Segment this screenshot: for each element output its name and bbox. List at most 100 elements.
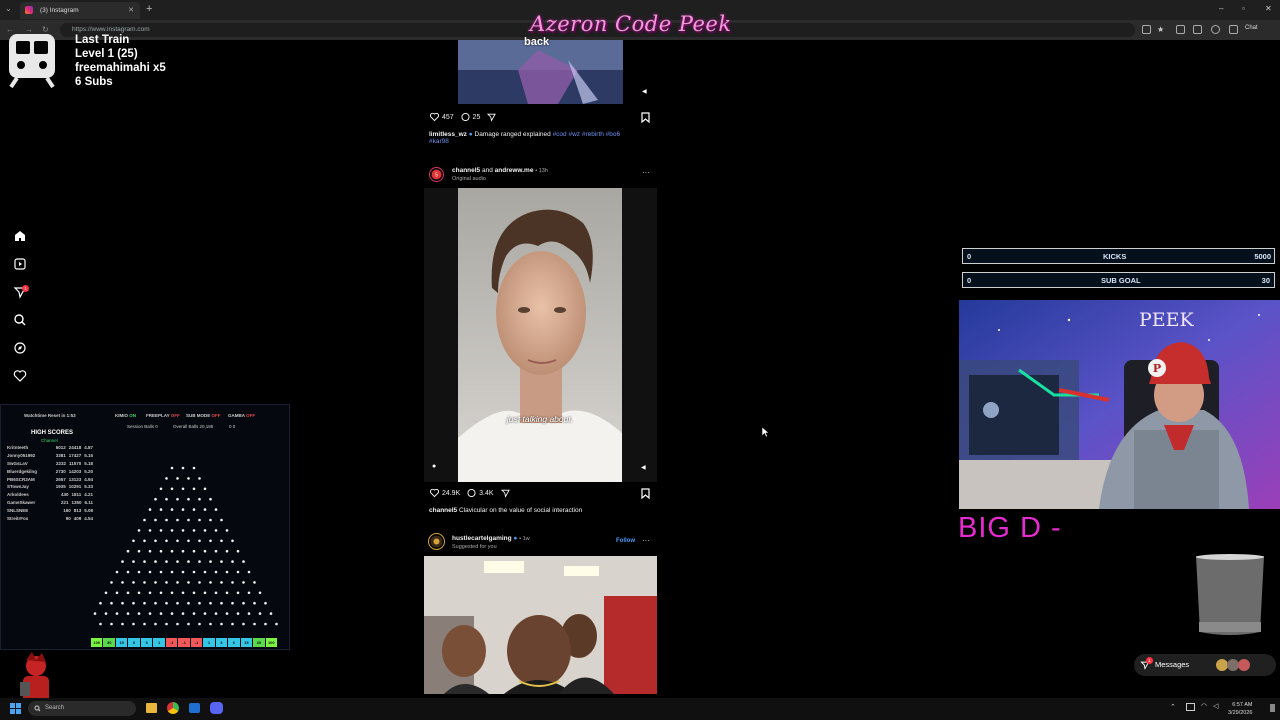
taskbar-search-placeholder: Search — [45, 705, 65, 711]
post1-hashtags[interactable]: #cod #wz #rebirth #bo6 — [553, 131, 621, 138]
post1-username[interactable]: limitless_wz — [429, 131, 467, 138]
tab-list-icon[interactable]: ⌄ — [5, 4, 12, 13]
plinko-peg — [148, 529, 152, 532]
search-icon[interactable] — [13, 313, 27, 327]
post3-avatar[interactable] — [428, 533, 445, 550]
message-avatar-3[interactable] — [1238, 659, 1250, 671]
windows-start-icon[interactable] — [10, 703, 21, 714]
chat-button[interactable]: Chat — [1245, 25, 1258, 31]
post2-tagged-icon[interactable]: ● — [432, 463, 436, 470]
file-explorer-icon[interactable] — [146, 703, 157, 713]
reels-icon[interactable] — [13, 257, 27, 271]
volume-icon[interactable]: ◁ — [1213, 702, 1218, 710]
plinko-peg — [143, 539, 146, 543]
messages-badge: 1 — [1146, 657, 1153, 664]
post2-audio[interactable]: Original audio — [452, 176, 486, 182]
post1-actions: 457 25 — [429, 112, 497, 122]
post2-more-icon[interactable]: ··· — [642, 168, 650, 177]
taskbar-search[interactable]: Search — [28, 701, 136, 716]
maximize-icon[interactable]: ▫ — [1242, 4, 1245, 13]
post2-share-icon[interactable] — [500, 488, 511, 498]
post3-follow-button[interactable]: Follow — [616, 538, 635, 544]
post3-more-icon[interactable]: ··· — [642, 536, 650, 545]
close-tab-icon[interactable]: ✕ — [128, 6, 134, 14]
plinko-peg — [264, 601, 267, 605]
instagram-favicon-icon — [25, 6, 33, 14]
post1-like-icon[interactable] — [429, 112, 440, 122]
notifications-heart-icon[interactable] — [13, 369, 27, 383]
train-subs: 6 Subs — [75, 76, 113, 88]
messages-button[interactable]: 1 Messages — [1134, 654, 1276, 676]
post1-video[interactable] — [458, 40, 623, 104]
reader-icon[interactable] — [1142, 25, 1151, 34]
score-name: Jonny051992 — [7, 452, 36, 458]
profile-icon[interactable] — [1211, 25, 1220, 34]
sub-goal-target: 30 — [1261, 276, 1270, 285]
plinko-peg — [154, 581, 157, 584]
plinko-peg — [154, 601, 157, 605]
post1-hashtags-line2[interactable]: #kar98 — [429, 138, 449, 145]
plinko-peg — [209, 518, 212, 522]
taskbar-clock[interactable]: 6:57 AM 3/29/2026 — [1228, 701, 1252, 717]
high-score-row: Arkoldees 430 1811 4.21 — [7, 492, 93, 500]
plinko-peg — [165, 601, 168, 605]
tray-chevron-icon[interactable]: ⌃ — [1170, 703, 1176, 711]
tab-title: (3) Instagram — [40, 7, 79, 14]
post1-save-icon[interactable] — [641, 112, 650, 123]
plinko-peg — [154, 539, 157, 543]
extensions-icon[interactable] — [1176, 25, 1185, 34]
post3-author[interactable]: hustlecartelgaming — [452, 535, 512, 542]
plinko-bin: 3 — [140, 638, 153, 647]
post2-time: • 13h — [535, 168, 548, 174]
high-scores-subtitle: Channel — [41, 438, 58, 443]
high-score-row: Bluerdgekilng 2730 14203 5.20 — [7, 469, 93, 477]
minimize-icon[interactable]: – — [1219, 4, 1223, 13]
post3-video[interactable] — [424, 556, 657, 694]
post2-mute-icon[interactable]: ◀ — [641, 464, 646, 471]
chrome-icon[interactable] — [167, 702, 179, 714]
plinko-peg — [214, 529, 218, 532]
high-score-row: GameSkawer 221 1350 6.11 — [7, 500, 93, 508]
plinko-peg — [198, 601, 201, 605]
plinko-peg — [192, 612, 196, 615]
score-name: SNLSNEE — [7, 508, 29, 514]
post1-mute-icon[interactable]: ◀ — [642, 88, 647, 95]
new-tab-button[interactable]: + — [146, 3, 152, 15]
post2-comment-icon[interactable] — [466, 488, 477, 498]
home-icon[interactable] — [13, 229, 27, 243]
post2-username[interactable]: channel5 — [429, 507, 457, 514]
menu-icon[interactable] — [1229, 25, 1238, 34]
collections-icon[interactable] — [1193, 25, 1202, 34]
show-desktop-button[interactable] — [1270, 704, 1275, 712]
discord-icon[interactable] — [210, 702, 223, 714]
explore-icon[interactable] — [13, 341, 27, 355]
plinko-peg — [148, 508, 152, 511]
tab-instagram[interactable]: (3) Instagram ✕ — [20, 2, 140, 19]
score-name: Arkoldees — [7, 492, 29, 498]
plinko-peg — [192, 549, 196, 553]
post1-share-icon[interactable] — [486, 112, 497, 122]
post2-like-icon[interactable] — [429, 488, 440, 498]
plinko-peg — [148, 549, 152, 553]
stream-title-overlay: Azeron Code Peek — [530, 12, 732, 36]
close-window-icon[interactable]: ✕ — [1265, 4, 1272, 13]
plinko-peg — [209, 622, 212, 626]
train-title: Last Train — [75, 34, 130, 46]
post2-coauthor[interactable]: andreww.me — [495, 167, 534, 174]
tray-app-icon[interactable] — [1186, 703, 1195, 711]
post2-avatar[interactable]: 5 — [429, 167, 444, 182]
favorite-star-icon[interactable]: ★ — [1157, 25, 1164, 34]
score-total: 13123 — [68, 476, 82, 482]
plinko-peg — [209, 539, 212, 543]
post2-save-icon[interactable] — [641, 488, 650, 499]
plinko-bin: 15 — [115, 638, 128, 647]
plinko-peg — [214, 549, 218, 553]
train-top-contributor: freemahimahi x5 — [75, 62, 166, 74]
wifi-icon[interactable]: ◠ — [1201, 702, 1207, 710]
sub-goal-start: 0 — [967, 276, 972, 285]
score-balls: 1935 — [55, 484, 66, 490]
post1-comment-icon[interactable] — [460, 112, 471, 122]
post2-video[interactable] — [458, 188, 622, 482]
store-icon[interactable] — [189, 703, 200, 713]
post2-author[interactable]: channel5 — [452, 167, 480, 174]
